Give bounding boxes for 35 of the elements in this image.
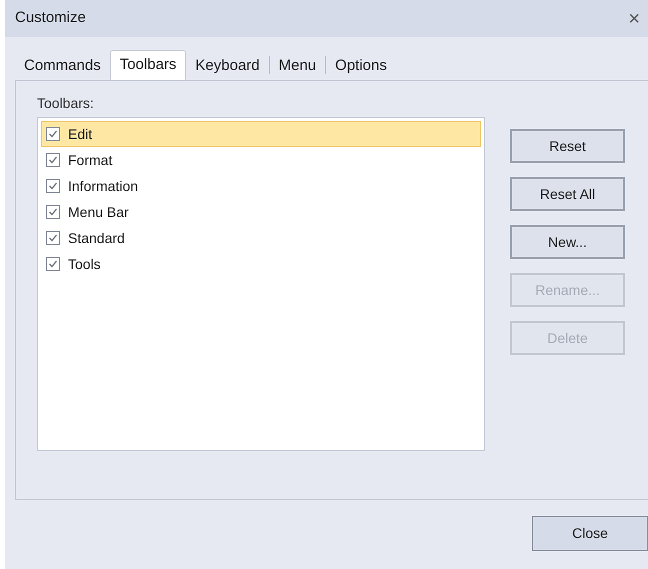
- item-label: Edit: [68, 124, 92, 144]
- item-label: Information: [68, 176, 138, 196]
- list-item[interactable]: Tools: [41, 251, 481, 277]
- tab[interactable]: Commands: [15, 52, 110, 80]
- action-button[interactable]: Reset All: [510, 177, 625, 211]
- list-item[interactable]: Information: [41, 173, 481, 199]
- tab[interactable]: Keyboard: [186, 52, 269, 80]
- item-label: Format: [68, 150, 112, 170]
- checkbox[interactable]: [46, 205, 60, 219]
- close-button[interactable]: Close: [532, 516, 648, 551]
- item-label: Tools: [68, 254, 101, 274]
- tab[interactable]: Menu: [270, 52, 326, 80]
- list-item[interactable]: Format: [41, 147, 481, 173]
- action-button[interactable]: New...: [510, 225, 625, 259]
- check-icon: [48, 259, 58, 269]
- check-icon: [48, 181, 58, 191]
- list-label: Toolbars:: [37, 94, 95, 113]
- list-item[interactable]: Menu Bar: [41, 199, 481, 225]
- item-label: Menu Bar: [68, 202, 129, 222]
- check-icon: [48, 233, 58, 243]
- list-item[interactable]: Standard: [41, 225, 481, 251]
- check-icon: [48, 129, 58, 139]
- item-label: Standard: [68, 228, 125, 248]
- checkbox[interactable]: [46, 231, 60, 245]
- list-item[interactable]: Edit: [41, 121, 481, 147]
- tab[interactable]: Options: [326, 52, 396, 80]
- checkbox[interactable]: [46, 257, 60, 271]
- action-button[interactable]: Reset: [510, 129, 625, 163]
- window-title: Customize: [15, 8, 86, 28]
- checkbox[interactable]: [46, 127, 60, 141]
- tab[interactable]: Toolbars: [110, 50, 186, 80]
- checkbox[interactable]: [46, 153, 60, 167]
- check-icon: [48, 207, 58, 217]
- checkbox[interactable]: [46, 179, 60, 193]
- check-icon: [48, 155, 58, 165]
